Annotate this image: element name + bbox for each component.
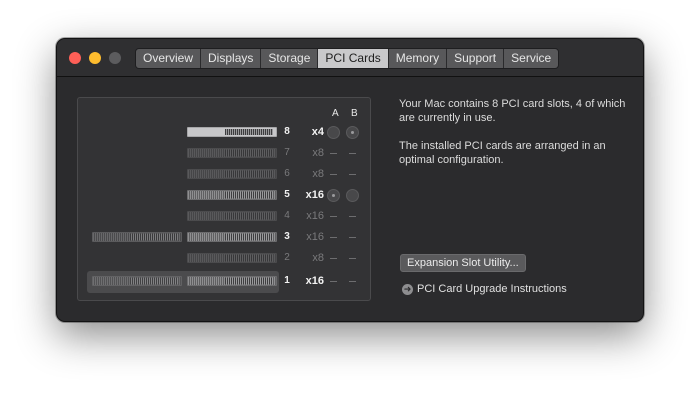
- tab-overview[interactable]: Overview: [136, 49, 202, 68]
- slot-number: 8: [284, 126, 290, 137]
- slot-row-2[interactable]: 2 x8: [78, 250, 370, 268]
- expansion-slot-utility-button[interactable]: Expansion Slot Utility...: [400, 254, 526, 272]
- tab-support[interactable]: Support: [447, 49, 505, 68]
- port-b-dash: [349, 153, 356, 154]
- slot-number: 2: [284, 252, 290, 263]
- slot-row-4[interactable]: 4 x16: [78, 208, 370, 226]
- port-a-dash: [330, 237, 337, 238]
- installed-card: [187, 190, 277, 200]
- slot-number: 3: [284, 231, 290, 242]
- slot-lanes: x16: [305, 189, 324, 201]
- port-a-dash: [330, 258, 337, 259]
- port-a-dash: [330, 153, 337, 154]
- installed-card: [187, 276, 277, 286]
- arrow-circle-right-icon: ➜: [402, 283, 413, 295]
- slot-number: 1: [284, 275, 290, 286]
- port-b-dash: [349, 174, 356, 175]
- port-b-dash: [349, 281, 356, 282]
- installed-card: [187, 127, 277, 137]
- title-bar: Overview Displays Storage PCI Cards Memo…: [57, 39, 643, 77]
- tab-service[interactable]: Service: [504, 49, 559, 68]
- installed-card-extension: [92, 232, 182, 242]
- port-a-dash: [330, 281, 337, 282]
- slot-lanes: x8: [312, 147, 324, 159]
- installed-card: [187, 232, 277, 242]
- empty-slot: [187, 169, 277, 179]
- slot-number: 5: [284, 189, 290, 200]
- slot-lanes: x4: [311, 126, 324, 138]
- slot-summary-text: Your Mac contains 8 PCI card slots, 4 of…: [399, 98, 626, 124]
- slot-lanes: x16: [305, 275, 324, 287]
- slot-lanes: x16: [306, 210, 324, 222]
- column-header-a: A: [332, 108, 339, 119]
- port-b-dash: [349, 216, 356, 217]
- slot-number: 4: [284, 210, 290, 221]
- port-b-dash: [349, 258, 356, 259]
- slot-lanes: x8: [312, 252, 324, 264]
- port-b-dash: [349, 237, 356, 238]
- zoom-button[interactable]: [109, 52, 121, 64]
- tab-bar: Overview Displays Storage PCI Cards Memo…: [135, 48, 560, 69]
- slot-row-3[interactable]: 3 x16: [78, 229, 370, 247]
- close-button[interactable]: [69, 52, 81, 64]
- empty-slot: [187, 211, 277, 221]
- port-b-indicator: [346, 189, 359, 202]
- upgrade-instructions-label: PCI Card Upgrade Instructions: [417, 283, 567, 295]
- column-header-b: B: [351, 108, 358, 119]
- slot-row-6[interactable]: 6 x8: [78, 166, 370, 184]
- empty-slot: [187, 253, 277, 263]
- slot-number: 6: [284, 168, 290, 179]
- slot-number: 7: [284, 147, 290, 158]
- slot-lanes: x8: [312, 168, 324, 180]
- empty-slot: [187, 148, 277, 158]
- port-a-indicator: [327, 126, 340, 139]
- pci-slot-diagram: A B 8 x4 7 x8 6 x8 5 x16 4 x16 3 x16 2 x…: [77, 97, 371, 301]
- slot-row-1[interactable]: 1 x16: [78, 273, 370, 291]
- system-information-window: Overview Displays Storage PCI Cards Memo…: [56, 38, 644, 322]
- configuration-text: The installed PCI cards are arranged in …: [399, 140, 606, 166]
- slot-row-8[interactable]: 8 x4: [78, 124, 370, 142]
- slot-row-7[interactable]: 7 x8: [78, 145, 370, 163]
- tab-memory[interactable]: Memory: [388, 49, 448, 68]
- upgrade-instructions-link[interactable]: ➜ PCI Card Upgrade Instructions: [402, 282, 567, 296]
- minimize-button[interactable]: [89, 52, 101, 64]
- installed-card-extension: [92, 276, 182, 286]
- slot-row-5[interactable]: 5 x16: [78, 187, 370, 205]
- tab-pci-cards[interactable]: PCI Cards: [318, 49, 389, 68]
- port-b-indicator: [346, 126, 359, 139]
- tab-storage[interactable]: Storage: [261, 49, 319, 68]
- port-a-indicator: [327, 189, 340, 202]
- port-a-dash: [330, 216, 337, 217]
- port-a-dash: [330, 174, 337, 175]
- slot-lanes: x16: [306, 231, 324, 243]
- tab-displays[interactable]: Displays: [201, 49, 262, 68]
